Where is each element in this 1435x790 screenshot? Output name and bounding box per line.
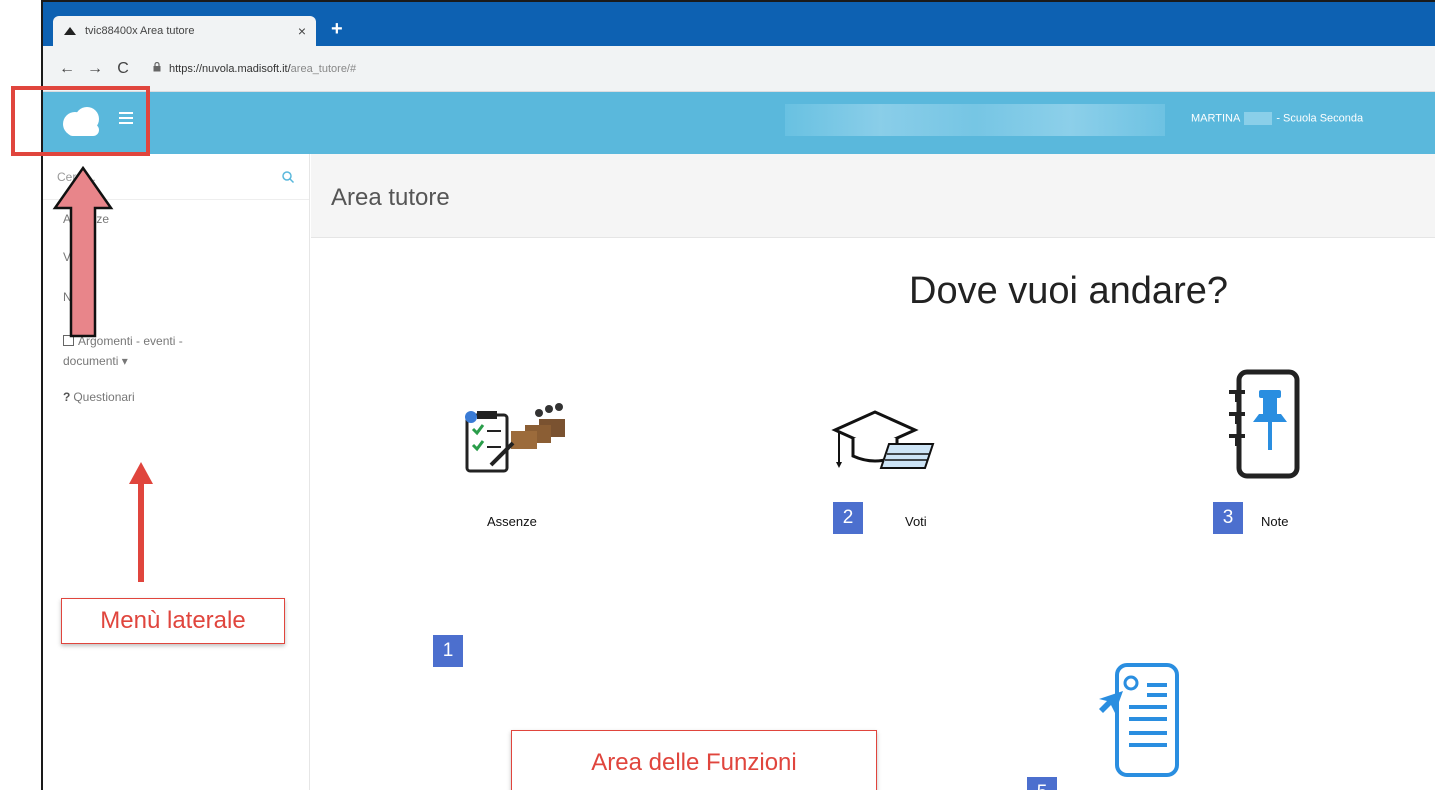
function-number-badge: 3 <box>1213 502 1243 534</box>
tab-close-icon[interactable]: × <box>298 23 306 39</box>
url-field[interactable]: https://nuvola.madisoft.it/area_tutore/# <box>169 63 356 75</box>
checklist-icon <box>1099 663 1179 777</box>
annotation-functions-label: Area delle Funzioni <box>511 730 877 790</box>
question-icon: ? <box>63 390 71 404</box>
user-info[interactable]: MARTINA - Scuola Seconda <box>1191 112 1363 125</box>
url-path: area_tutore/# <box>290 62 357 75</box>
question-heading: Dove vuoi andare? <box>909 270 1228 312</box>
blurred-header-content <box>785 104 1165 136</box>
browser-tab-strip: tvic88400x Area tutore × + <box>43 2 1435 46</box>
function-voti[interactable]: 2 <box>791 404 991 554</box>
function-number-badge: 2 <box>833 502 863 534</box>
notebook-pin-icon <box>1229 369 1300 479</box>
function-note[interactable]: 3 <box>1183 368 1363 558</box>
function-number-badge: 5 <box>1027 777 1057 790</box>
browser-tab[interactable]: tvic88400x Area tutore × <box>53 16 316 46</box>
user-name: MARTINA <box>1191 112 1241 125</box>
school-name: - Scuola Seconda <box>1276 112 1364 125</box>
lock-icon <box>153 61 161 75</box>
browser-window: tvic88400x Area tutore × + ← → C https:/… <box>41 0 1435 790</box>
search-icon[interactable] <box>281 170 295 184</box>
forward-button[interactable]: → <box>83 60 107 78</box>
function-number-badge: 1 <box>433 635 463 667</box>
back-button[interactable]: ← <box>55 60 79 78</box>
function-label: Assenze <box>487 514 537 529</box>
function-label: Voti <box>905 514 927 529</box>
sidebar-item-questionari[interactable]: ? Questionari <box>63 390 135 404</box>
reload-button[interactable]: C <box>111 60 135 78</box>
function-questionari[interactable]: 5 <box>1027 659 1207 790</box>
attendance-icon <box>465 403 565 473</box>
new-tab-button[interactable]: + <box>331 18 343 41</box>
annotation-up-arrow-icon <box>52 165 114 338</box>
blurred-surname <box>1244 112 1273 125</box>
sidebar-item-label: documenti ▾ <box>63 354 128 368</box>
function-label: Note <box>1261 514 1289 529</box>
annotation-logo-highlight <box>11 86 150 156</box>
app-header: MARTINA - Scuola Seconda <box>43 92 1435 154</box>
page-title: Area tutore <box>331 184 450 211</box>
url-host: https://nuvola.madisoft.it/ <box>169 62 291 75</box>
cloud-favicon-icon <box>64 27 76 35</box>
page-header: Area tutore <box>311 154 1435 238</box>
sidebar-item-documenti[interactable]: documenti ▾ <box>63 354 128 368</box>
tab-title: tvic88400x Area tutore <box>85 25 195 37</box>
annotation-red-arrow-icon <box>129 462 153 582</box>
annotation-sidebar-label: Menù laterale <box>61 598 285 644</box>
graduation-cap-icon <box>831 410 935 469</box>
address-bar: ← → C https://nuvola.madisoft.it/area_tu… <box>43 46 1435 92</box>
sidebar-item-label: Questionari <box>73 390 135 404</box>
main-content: Area tutore Dove vuoi andare? 1 Assenze <box>311 154 1435 790</box>
